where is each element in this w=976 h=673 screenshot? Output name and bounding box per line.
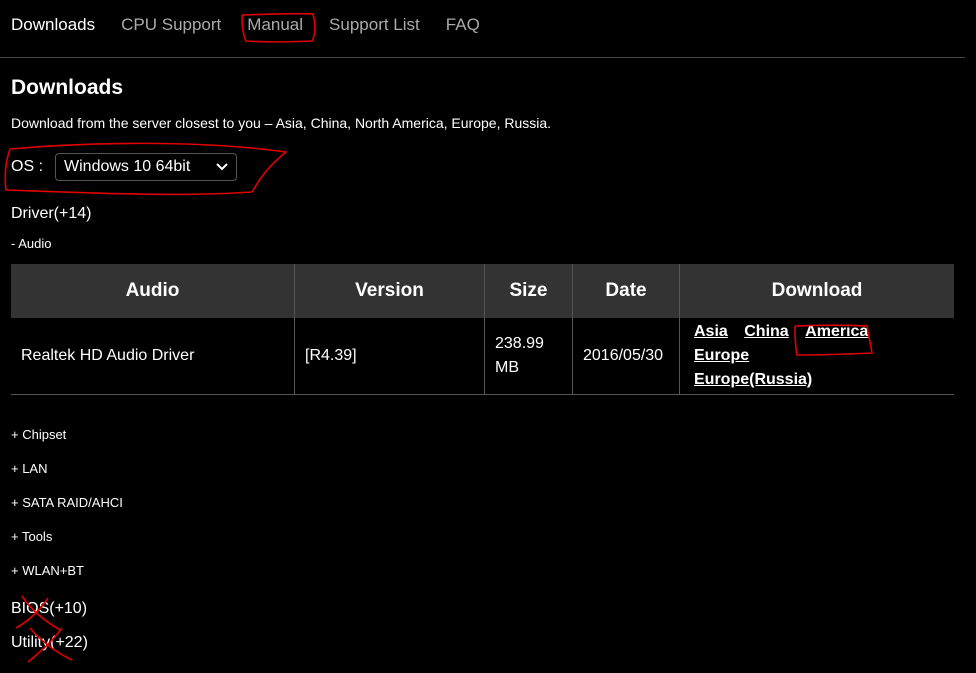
driver-version: [R4.39] <box>294 318 485 395</box>
os-selected: Windows 10 64bit <box>64 158 191 175</box>
driver-categories: + Chipset + LAN + SATA RAID/AHCI + Tools… <box>11 427 123 597</box>
col-date: Date <box>572 264 680 318</box>
download-china[interactable]: China <box>744 323 788 340</box>
os-row: OS : Windows 10 64bit <box>11 153 238 181</box>
driver-date: 2016/05/30 <box>572 318 680 395</box>
category-lan[interactable]: + LAN <box>11 461 123 495</box>
driver-section-toggle[interactable]: Driver(+14) <box>11 205 91 223</box>
chevron-down-icon <box>216 163 228 171</box>
divider <box>0 57 965 58</box>
category-chipset[interactable]: + Chipset <box>11 427 123 461</box>
download-europe[interactable]: Europe <box>694 347 749 364</box>
os-label: OS : <box>11 158 44 175</box>
col-size: Size <box>484 264 573 318</box>
download-america[interactable]: America <box>805 323 868 340</box>
col-version: Version <box>294 264 485 318</box>
category-sata[interactable]: + SATA RAID/AHCI <box>11 495 123 529</box>
download-links: Asia China America Europe Europe(Russia) <box>679 318 954 395</box>
driver-name: Realtek HD Audio Driver <box>11 318 295 395</box>
nav-cpu-support[interactable]: CPU Support <box>121 15 221 35</box>
nav-manual[interactable]: Manual <box>247 15 303 35</box>
downloads-table: Audio Version Size Date Download Realtek… <box>11 264 954 395</box>
download-europe-russia[interactable]: Europe(Russia) <box>694 371 812 388</box>
col-download: Download <box>679 264 954 318</box>
subtitle: Download from the server closest to you … <box>11 115 552 131</box>
nav-faq[interactable]: FAQ <box>446 15 480 35</box>
os-select[interactable]: Windows 10 64bit <box>55 153 238 181</box>
category-tools[interactable]: + Tools <box>11 529 123 563</box>
download-asia[interactable]: Asia <box>694 323 728 340</box>
col-audio: Audio <box>11 264 295 318</box>
nav-support-list[interactable]: Support List <box>329 15 420 35</box>
nav-downloads[interactable]: Downloads <box>11 15 95 35</box>
utility-section-toggle[interactable]: Utility(+22) <box>11 634 88 652</box>
page-title: Downloads <box>11 76 124 99</box>
bios-section-toggle[interactable]: BIOS(+10) <box>11 600 87 618</box>
top-nav: Downloads CPU Support Manual Support Lis… <box>11 15 506 35</box>
table-row: Realtek HD Audio Driver [R4.39] 238.99 M… <box>11 318 954 395</box>
audio-section-toggle[interactable]: - Audio <box>11 236 51 251</box>
driver-size: 238.99 MB <box>484 318 573 395</box>
category-wlan-bt[interactable]: + WLAN+BT <box>11 563 123 597</box>
